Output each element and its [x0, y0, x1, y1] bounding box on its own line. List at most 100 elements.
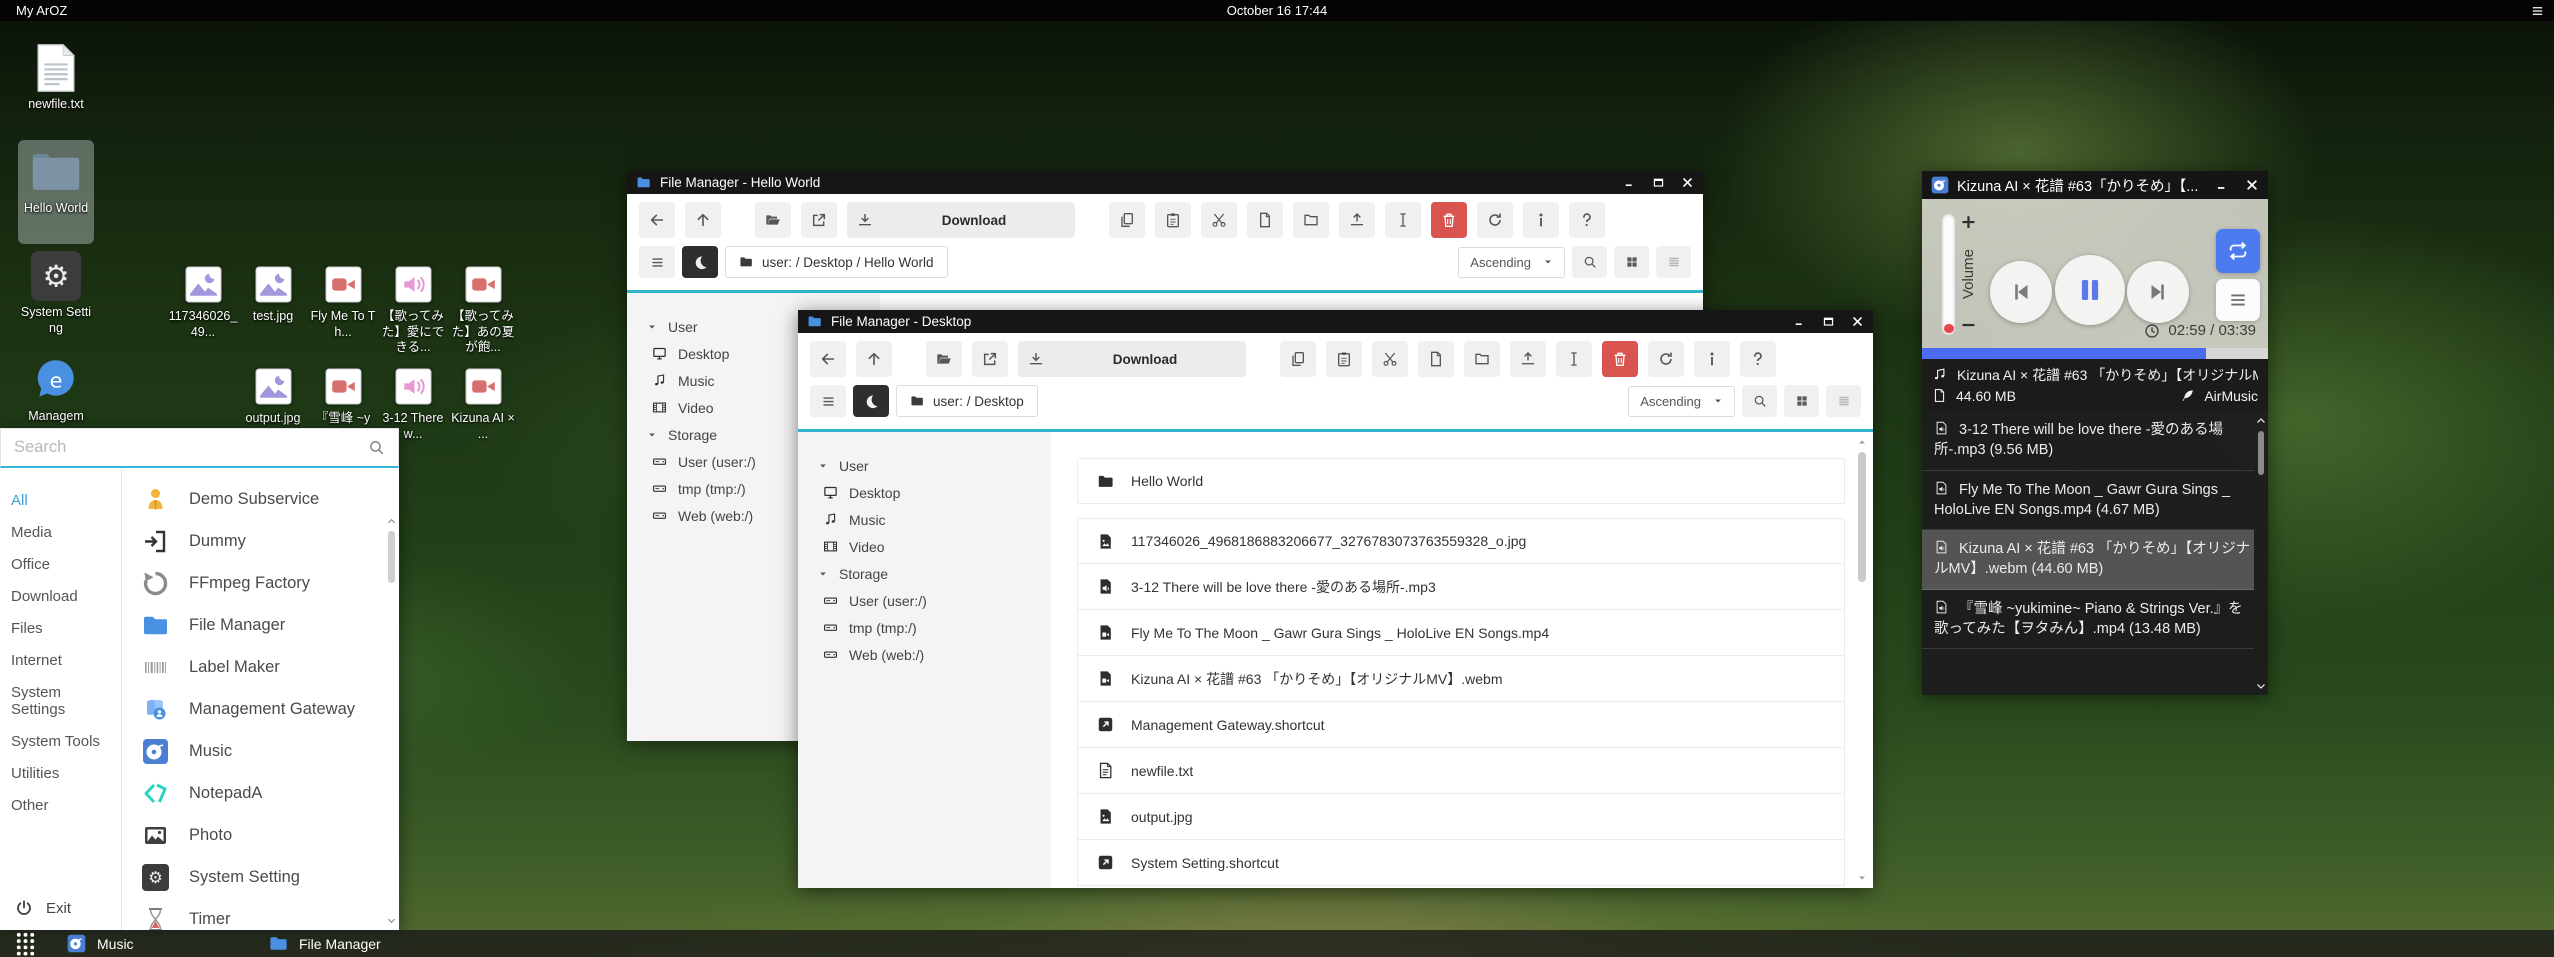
search-input[interactable] [14, 438, 368, 457]
scroll-down-icon[interactable] [386, 915, 397, 926]
toolbar-button[interactable] [1602, 341, 1638, 377]
toolbar-button[interactable] [1648, 341, 1684, 377]
minimize-icon[interactable] [1623, 176, 1636, 189]
start-menu-category[interactable]: Internet [9, 644, 121, 676]
toolbar-button[interactable] [1569, 202, 1605, 238]
desktop-icon[interactable]: test.jpg [238, 266, 308, 356]
start-menu-app[interactable]: Demo Subservice [132, 478, 399, 520]
start-menu-app[interactable]: FFmpeg Factory [132, 562, 399, 604]
toolbar-button[interactable] [1385, 202, 1421, 238]
next-track-button[interactable] [2127, 261, 2189, 323]
desktop-icon[interactable]: 【歌ってみた】愛にできる... [378, 266, 448, 356]
start-menu-app[interactable]: Timer [132, 898, 399, 930]
taskbar-task[interactable]: Music [67, 934, 269, 953]
maximize-icon[interactable] [1652, 176, 1665, 189]
close-icon[interactable] [1851, 315, 1864, 328]
sidebar-toggle-button[interactable] [639, 246, 675, 278]
playlist-item[interactable]: 『雪峰 ~yukimine~ Piano & Strings Ver.』を歌って… [1922, 590, 2254, 650]
sidebar-item[interactable]: Video [818, 533, 1051, 560]
sidebar-item[interactable]: Music [818, 506, 1051, 533]
toolbar-button[interactable] [1247, 202, 1283, 238]
toolbar-button[interactable] [1280, 341, 1316, 377]
start-menu-app[interactable]: Photo [132, 814, 399, 856]
scroll-up-icon[interactable] [2255, 415, 2267, 427]
volume-slider[interactable] [1942, 214, 1955, 335]
toolbar-button[interactable] [1694, 341, 1730, 377]
progress-bar[interactable] [1922, 348, 2268, 359]
minimize-icon[interactable] [1793, 315, 1806, 328]
sidebar-item[interactable]: Web (web:/) [818, 641, 1051, 668]
list-view-button[interactable] [1656, 246, 1691, 278]
toolbar-button[interactable] [972, 341, 1008, 377]
breadcrumb[interactable]: user: / Desktop [896, 385, 1038, 417]
grid-view-button[interactable] [1614, 246, 1649, 278]
dark-mode-button[interactable] [682, 246, 718, 278]
start-menu-app[interactable]: Label Maker [132, 646, 399, 688]
breadcrumb[interactable]: user: / Desktop / Hello World [725, 246, 948, 278]
toolbar-button[interactable] [1155, 202, 1191, 238]
close-icon[interactable] [1681, 176, 1694, 189]
start-menu-category[interactable]: Utilities [9, 757, 121, 789]
toolbar-button[interactable] [1326, 341, 1362, 377]
toolbar-button[interactable] [1339, 202, 1375, 238]
pause-button[interactable] [2055, 255, 2125, 325]
desktop-icon[interactable]: 117346026_49... [168, 266, 238, 356]
toolbar-button[interactable] [1556, 341, 1592, 377]
search-button[interactable] [1742, 385, 1777, 417]
scroll-up-icon[interactable] [1856, 436, 1868, 448]
apps-grid-icon[interactable] [14, 931, 37, 957]
toolbar-button[interactable] [1109, 202, 1145, 238]
toolbar-button[interactable] [1523, 202, 1559, 238]
playlist-menu-button[interactable] [2216, 279, 2260, 321]
file-row[interactable]: System Setting.shortcut [1077, 840, 1845, 886]
toolbar-button[interactable] [1477, 202, 1513, 238]
toolbar-button[interactable] [1510, 341, 1546, 377]
toolbar-button[interactable]: Download [1018, 341, 1246, 377]
toolbar-button[interactable] [1372, 341, 1408, 377]
start-menu-category[interactable]: Other [9, 789, 121, 821]
file-row[interactable]: 117346026_4968186883206677_3276783073763… [1077, 518, 1845, 564]
toolbar-button[interactable] [810, 341, 846, 377]
start-menu-app[interactable]: NotepadA [132, 772, 399, 814]
start-menu-category[interactable]: System Tools [9, 725, 121, 757]
minimize-icon[interactable] [2215, 178, 2229, 192]
search-button[interactable] [1572, 246, 1607, 278]
toolbar-button[interactable] [1464, 341, 1500, 377]
desktop-icon[interactable]: newfile.txt [18, 36, 94, 140]
start-menu-category[interactable]: All [9, 484, 121, 516]
toolbar-button[interactable] [856, 341, 892, 377]
file-row[interactable]: output.jpg [1077, 794, 1845, 840]
toolbar-button[interactable] [639, 202, 675, 238]
toolbar-button[interactable] [1740, 341, 1776, 377]
playlist-item[interactable]: Fly Me To The Moon _ Gawr Gura Sings _ H… [1922, 471, 2254, 531]
sidebar-item[interactable]: User [818, 452, 1051, 479]
maximize-icon[interactable] [1822, 315, 1835, 328]
file-row[interactable]: Hello World [1077, 458, 1845, 504]
toolbar-button[interactable] [1201, 202, 1237, 238]
sidebar-item[interactable]: User (user:/) [818, 587, 1051, 614]
toolbar-button[interactable] [755, 202, 791, 238]
playlist-item[interactable]: 3-12 There will be love there -愛のある場所-.m… [1922, 411, 2254, 471]
start-menu-scrollbar[interactable] [386, 516, 398, 926]
scroll-up-icon[interactable] [386, 516, 397, 527]
desktop-icon[interactable]: Hello World [18, 140, 94, 244]
toolbar-button[interactable]: Download [847, 202, 1075, 238]
player-titlebar[interactable]: Kizuna AI × 花譜 #63「かりそめ」【... [1922, 171, 2268, 199]
sidebar-toggle-button[interactable] [810, 385, 846, 417]
sort-dropdown[interactable]: Ascending [1458, 247, 1565, 278]
toolbar-button[interactable] [926, 341, 962, 377]
toolbar-button[interactable] [1418, 341, 1454, 377]
file-row[interactable]: Management Gateway.shortcut [1077, 702, 1845, 748]
start-menu-category[interactable]: Files [9, 612, 121, 644]
start-menu-category[interactable]: Office [9, 548, 121, 580]
scrollbar-thumb[interactable] [1858, 452, 1866, 582]
toolbar-button[interactable] [685, 202, 721, 238]
previous-track-button[interactable] [1990, 261, 2052, 323]
exit-button[interactable]: Exit [15, 899, 71, 917]
start-menu-app[interactable]: File Manager [132, 604, 399, 646]
playlist-scrollbar[interactable] [2255, 415, 2267, 692]
list-view-button[interactable] [1826, 385, 1861, 417]
start-menu-app[interactable]: Music [132, 730, 399, 772]
volume-slider-thumb[interactable] [1944, 324, 1954, 333]
volume-down-button[interactable]: − [1961, 316, 1977, 335]
